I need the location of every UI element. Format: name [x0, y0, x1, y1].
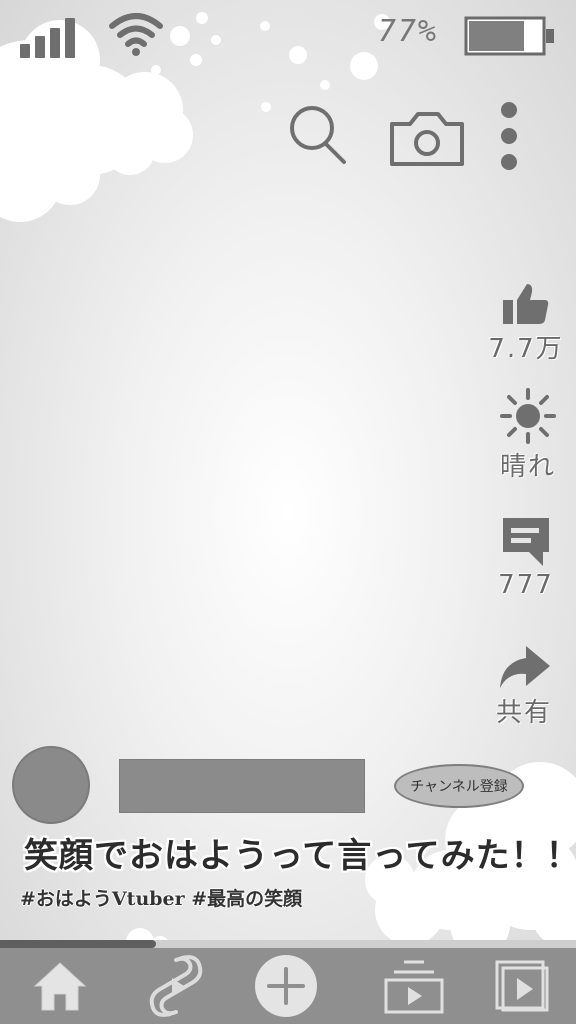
nav-create-button[interactable]: [238, 948, 334, 1024]
share-button[interactable]: 共有: [484, 644, 564, 729]
nav-home-button[interactable]: [12, 948, 108, 1024]
camera-icon[interactable]: [388, 110, 466, 168]
nav-library-button[interactable]: [474, 948, 570, 1024]
phone-screen: 77% 7.7万 晴れ 777 共有 チャンネル登録 笑顔でおはようって言ってみ…: [0, 0, 576, 1024]
signal-bars-icon: [20, 14, 84, 58]
share-arrow-icon: [500, 646, 550, 688]
subscriptions-icon: [384, 960, 444, 1014]
video-progress-fill: [0, 940, 156, 948]
subscribe-button[interactable]: チャンネル登録: [394, 764, 524, 808]
weather-label: 晴れ: [499, 452, 556, 482]
comment-icon: [503, 518, 549, 566]
library-play-icon: [495, 960, 549, 1012]
battery-icon: [464, 16, 554, 56]
channel-avatar[interactable]: [12, 746, 90, 824]
snow-dots-decoration: [151, 12, 390, 112]
battery-percent: 77%: [377, 14, 438, 49]
video-progress-bar[interactable]: [0, 940, 576, 948]
sun-icon: [500, 388, 556, 444]
comment-count: 777: [498, 570, 554, 600]
comments-button[interactable]: 777: [486, 514, 566, 600]
home-icon: [33, 962, 87, 1011]
weather-button[interactable]: 晴れ: [488, 388, 568, 483]
search-icon[interactable]: [288, 104, 348, 166]
video-hashtags[interactable]: #おはようVtuber #最高の笑顔: [20, 884, 302, 911]
wifi-icon: [109, 13, 163, 56]
share-label: 共有: [495, 698, 552, 728]
nav-subscriptions-button[interactable]: [366, 948, 462, 1024]
like-count: 7.7万: [488, 334, 564, 364]
more-vertical-icon[interactable]: [496, 100, 522, 172]
nav-shorts-button[interactable]: [128, 948, 224, 1024]
shorts-icon: [149, 955, 203, 1017]
thumbs-up-icon: [503, 284, 549, 324]
like-button[interactable]: 7.7万: [486, 282, 566, 365]
video-title: 笑顔でおはようって言ってみた！！: [24, 836, 576, 876]
channel-name-placeholder[interactable]: [119, 759, 365, 813]
plus-circle-icon: [255, 955, 317, 1017]
bottom-navigation: [0, 948, 576, 1024]
